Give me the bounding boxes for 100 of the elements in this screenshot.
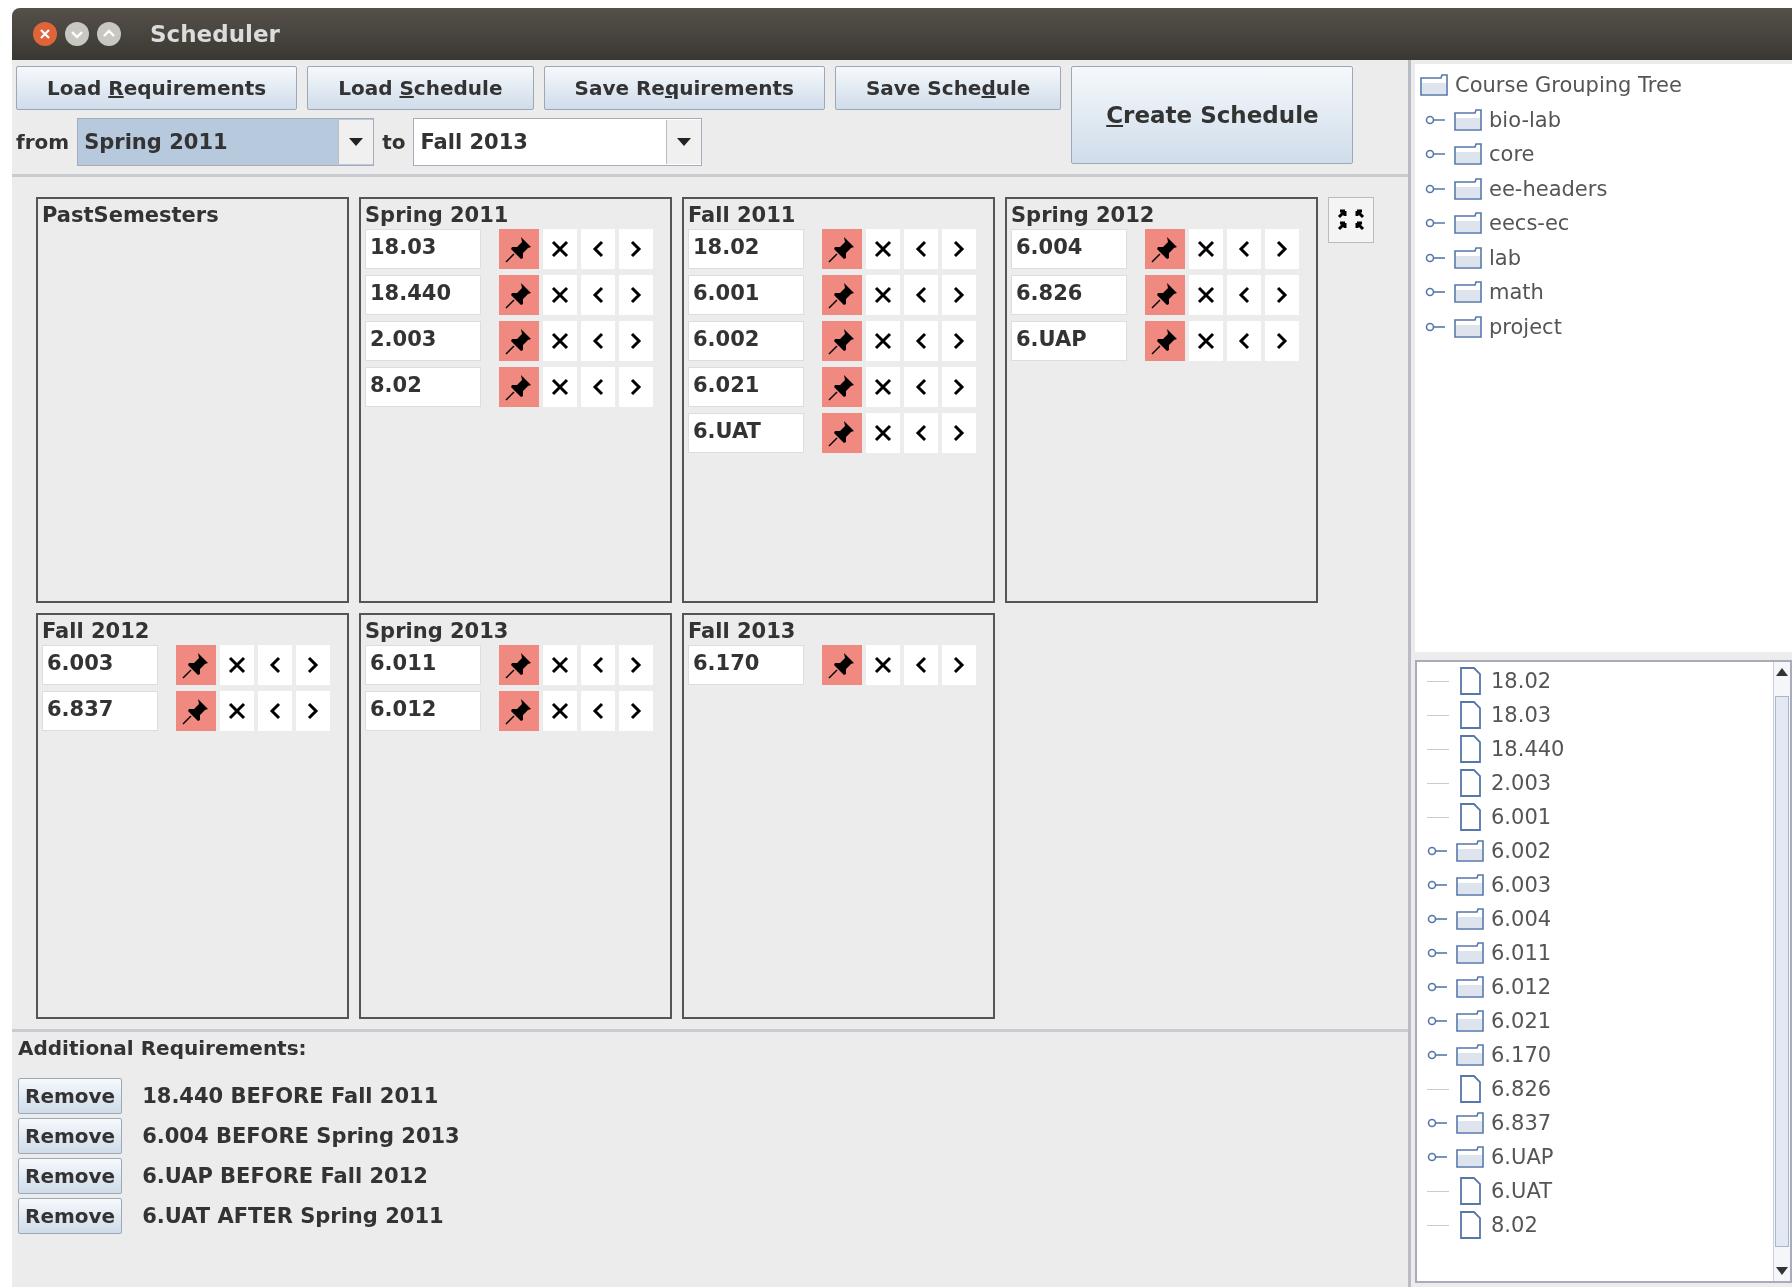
remove-course-button[interactable] <box>1189 229 1223 269</box>
tree-item[interactable]: 6.012 <box>1491 975 1552 999</box>
remove-course-button[interactable] <box>866 275 900 315</box>
remove-course-button[interactable] <box>543 321 577 361</box>
tree-item[interactable]: project <box>1489 314 1562 339</box>
move-right-button[interactable] <box>942 321 976 361</box>
remove-course-button[interactable] <box>543 367 577 407</box>
pin-button[interactable] <box>822 413 862 453</box>
course-field[interactable]: 6.170 <box>688 645 804 685</box>
move-right-button[interactable] <box>619 691 653 731</box>
tree-item[interactable]: 8.02 <box>1491 1213 1538 1237</box>
pin-button[interactable] <box>176 691 216 731</box>
move-right-button[interactable] <box>1265 275 1299 315</box>
move-right-button[interactable] <box>942 413 976 453</box>
toolbar-button[interactable]: Load Schedule <box>307 66 534 110</box>
pin-button[interactable] <box>1145 229 1185 269</box>
course-field[interactable]: 18.02 <box>688 229 804 269</box>
remove-course-button[interactable] <box>1189 321 1223 361</box>
tree-item[interactable]: lab <box>1489 245 1522 270</box>
course-field[interactable]: 6.826 <box>1011 275 1127 315</box>
move-left-button[interactable] <box>904 645 938 685</box>
course-field[interactable]: 6.002 <box>688 321 804 361</box>
pin-button[interactable] <box>499 275 539 315</box>
course-field[interactable]: 8.02 <box>365 367 481 407</box>
compact-button[interactable] <box>1328 197 1374 243</box>
tree-item[interactable]: 6.002 <box>1491 839 1552 863</box>
course-field[interactable]: 6.012 <box>365 691 481 731</box>
course-field[interactable]: 6.UAT <box>688 413 804 453</box>
tree-item[interactable]: 2.003 <box>1491 771 1552 795</box>
pin-button[interactable] <box>822 229 862 269</box>
toolbar-button[interactable]: Save Schedule <box>834 66 1062 110</box>
course-field[interactable]: 6.001 <box>688 275 804 315</box>
pin-button[interactable] <box>822 367 862 407</box>
tree-item[interactable]: 18.03 <box>1491 703 1552 727</box>
tree-item[interactable]: 6.837 <box>1491 1111 1552 1135</box>
tree-item[interactable]: 6.011 <box>1491 941 1552 965</box>
move-right-button[interactable] <box>296 691 330 731</box>
move-left-button[interactable] <box>904 229 938 269</box>
remove-button[interactable]: Remove <box>18 1118 123 1154</box>
pin-button[interactable] <box>499 691 539 731</box>
move-right-button[interactable] <box>1265 321 1299 361</box>
tree-item[interactable]: 6.021 <box>1491 1009 1552 1033</box>
semester-dropdown[interactable]: Spring 2011 <box>77 118 375 166</box>
course-field[interactable]: 6.837 <box>42 691 158 731</box>
pin-button[interactable] <box>499 321 539 361</box>
move-right-button[interactable] <box>619 321 653 361</box>
pin-button[interactable] <box>499 367 539 407</box>
course-field[interactable]: 18.440 <box>365 275 481 315</box>
remove-course-button[interactable] <box>543 645 577 685</box>
move-left-button[interactable] <box>581 321 615 361</box>
remove-course-button[interactable] <box>1189 275 1223 315</box>
move-left-button[interactable] <box>581 691 615 731</box>
remove-course-button[interactable] <box>220 691 254 731</box>
move-right-button[interactable] <box>619 367 653 407</box>
move-left-button[interactable] <box>904 321 938 361</box>
move-right-button[interactable] <box>942 275 976 315</box>
pin-button[interactable] <box>822 275 862 315</box>
toolbar-button[interactable]: Save Requirements <box>543 66 825 110</box>
tree-item[interactable]: ee-headers <box>1489 176 1608 201</box>
tree-item[interactable]: eecs-ec <box>1489 211 1570 236</box>
pin-button[interactable] <box>499 645 539 685</box>
course-field[interactable]: 6.011 <box>365 645 481 685</box>
create-schedule-button[interactable]: Create Schedule <box>1071 66 1354 164</box>
tree-item[interactable]: bio-lab <box>1489 107 1561 132</box>
course-field[interactable]: 18.03 <box>365 229 481 269</box>
move-left-button[interactable] <box>1227 229 1261 269</box>
tree-item[interactable]: 6.826 <box>1491 1077 1552 1101</box>
move-right-button[interactable] <box>942 229 976 269</box>
pin-button[interactable] <box>822 645 862 685</box>
move-left-button[interactable] <box>581 275 615 315</box>
course-field[interactable]: 6.003 <box>42 645 158 685</box>
move-right-button[interactable] <box>296 645 330 685</box>
course-field[interactable]: 6.UAP <box>1011 321 1127 361</box>
move-left-button[interactable] <box>581 645 615 685</box>
pin-button[interactable] <box>822 321 862 361</box>
remove-course-button[interactable] <box>866 367 900 407</box>
remove-course-button[interactable] <box>543 691 577 731</box>
remove-course-button[interactable] <box>866 229 900 269</box>
remove-button[interactable]: Remove <box>18 1158 123 1194</box>
remove-course-button[interactable] <box>866 413 900 453</box>
move-right-button[interactable] <box>942 367 976 407</box>
move-left-button[interactable] <box>581 229 615 269</box>
pin-button[interactable] <box>176 645 216 685</box>
move-left-button[interactable] <box>904 275 938 315</box>
remove-course-button[interactable] <box>866 321 900 361</box>
tree-item[interactable]: math <box>1489 280 1544 305</box>
move-left-button[interactable] <box>258 691 292 731</box>
semester-dropdown[interactable]: Fall 2013 <box>413 118 703 166</box>
move-left-button[interactable] <box>904 367 938 407</box>
remove-course-button[interactable] <box>543 229 577 269</box>
tree-item[interactable]: 6.001 <box>1491 805 1552 829</box>
tree-item[interactable]: 6.170 <box>1491 1043 1552 1067</box>
pin-button[interactable] <box>499 229 539 269</box>
move-left-button[interactable] <box>581 367 615 407</box>
remove-button[interactable]: Remove <box>18 1198 123 1234</box>
pin-button[interactable] <box>1145 275 1185 315</box>
tree-item[interactable]: 6.UAP <box>1491 1145 1554 1169</box>
move-right-button[interactable] <box>619 229 653 269</box>
move-left-button[interactable] <box>258 645 292 685</box>
toolbar-button[interactable]: Load Requirements <box>16 66 298 110</box>
